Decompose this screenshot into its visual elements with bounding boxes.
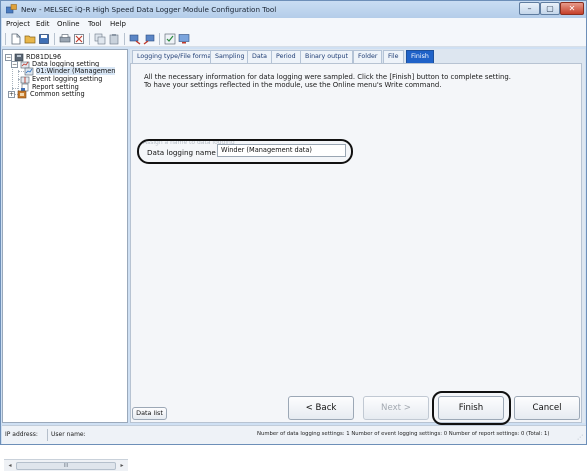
minimize-button[interactable]: –: [519, 2, 540, 15]
finish-message: All the necessary information for data l…: [144, 73, 511, 81]
tree-item-winder[interactable]: 01:Winder (Managemen: [36, 67, 116, 75]
data-logging-name-label: Data logging name: [147, 148, 216, 157]
maximize-button[interactable]: ▢: [540, 2, 560, 15]
read-icon[interactable]: [129, 33, 141, 45]
next-button: Next >: [363, 396, 429, 420]
toolbar: [2, 31, 586, 47]
finish-message-2: To have your settings reflected in the m…: [144, 81, 442, 89]
tree-connector: [12, 88, 18, 89]
tree-horizontal-scrollbar[interactable]: ◂ III ▸: [4, 459, 128, 471]
data-logging-name-input[interactable]: Winder (Management data): [217, 144, 346, 157]
finish-page: All the necessary information for data l…: [130, 63, 582, 423]
status-bar: IP address: User name: Number of data lo…: [2, 425, 586, 444]
app-window: New - MELSEC iQ-R High Speed Data Logger…: [0, 0, 587, 471]
toolbar-separator: [89, 33, 90, 45]
scrollbar-thumb[interactable]: III: [16, 462, 116, 470]
close-button[interactable]: ✕: [560, 2, 584, 15]
new-icon[interactable]: [10, 33, 22, 45]
print-icon[interactable]: [59, 33, 71, 45]
menu-edit[interactable]: Edit: [36, 20, 50, 28]
tab-logging-type[interactable]: Logging type/File format: [132, 50, 219, 63]
menu-tool[interactable]: Tool: [88, 20, 102, 28]
tab-period[interactable]: Period: [271, 50, 301, 63]
tab-file[interactable]: File: [383, 50, 404, 63]
tab-finish[interactable]: Finish: [406, 50, 434, 63]
cut-icon[interactable]: [73, 33, 85, 45]
toolbar-separator: [124, 33, 125, 45]
write-icon[interactable]: [143, 33, 155, 45]
toolbar-separator: [159, 33, 160, 45]
app-logo-icon: [6, 4, 17, 14]
save-icon[interactable]: [38, 33, 50, 45]
tree-collapse-toggle[interactable]: −: [5, 54, 12, 61]
tab-binary-output[interactable]: Binary output: [300, 50, 354, 63]
copy-icon[interactable]: [94, 33, 106, 45]
tree-expand-toggle[interactable]: +: [8, 91, 15, 98]
verify-icon[interactable]: [164, 33, 176, 45]
toolbar-grip: [5, 33, 6, 45]
open-icon[interactable]: [24, 33, 36, 45]
menu-bar: Project Edit Online Tool Help: [2, 18, 586, 31]
tab-folder[interactable]: Folder: [353, 50, 383, 63]
tree-collapse-toggle[interactable]: −: [11, 61, 18, 68]
monitor-icon[interactable]: [178, 33, 190, 45]
common-setting-icon: [17, 90, 27, 99]
back-button[interactable]: < Back: [288, 396, 354, 420]
paste-icon[interactable]: [108, 33, 120, 45]
ip-address-status: IP address:: [5, 431, 38, 438]
scroll-left-icon[interactable]: ◂: [5, 461, 15, 471]
menu-project[interactable]: Project: [6, 20, 30, 28]
resize-grip-icon[interactable]: ⋰: [577, 434, 583, 441]
status-separator: [47, 429, 48, 441]
tab-data[interactable]: Data: [247, 50, 273, 63]
cancel-button[interactable]: Cancel: [514, 396, 580, 420]
user-name-status: User name:: [51, 431, 86, 438]
finish-button[interactable]: Finish: [438, 396, 504, 420]
title-bar: New - MELSEC iQ-R High Speed Data Logger…: [1, 1, 586, 18]
project-tree: − RD81DL96 − Data logging setting 01:Win…: [2, 49, 128, 471]
wizard-tabs: Logging type/File format Sampling Data P…: [130, 49, 585, 63]
tree-item-common[interactable]: Common setting: [30, 90, 85, 98]
wizard-panel: Logging type/File format Sampling Data P…: [130, 49, 585, 423]
menu-help[interactable]: Help: [110, 20, 126, 28]
data-list-button[interactable]: Data list: [132, 407, 167, 420]
toolbar-separator: [54, 33, 55, 45]
window-title: New - MELSEC iQ-R High Speed Data Logger…: [21, 5, 277, 14]
scrollbar-grip: III: [63, 463, 69, 469]
tree-connector: [18, 70, 19, 91]
menu-online[interactable]: Online: [57, 20, 80, 28]
tree-item-event-logging[interactable]: Event logging setting: [32, 75, 102, 83]
tab-sampling[interactable]: Sampling: [210, 50, 250, 63]
scroll-right-icon[interactable]: ▸: [117, 461, 127, 471]
settings-count-status: Number of data logging settings: 1 Numbe…: [257, 431, 550, 437]
